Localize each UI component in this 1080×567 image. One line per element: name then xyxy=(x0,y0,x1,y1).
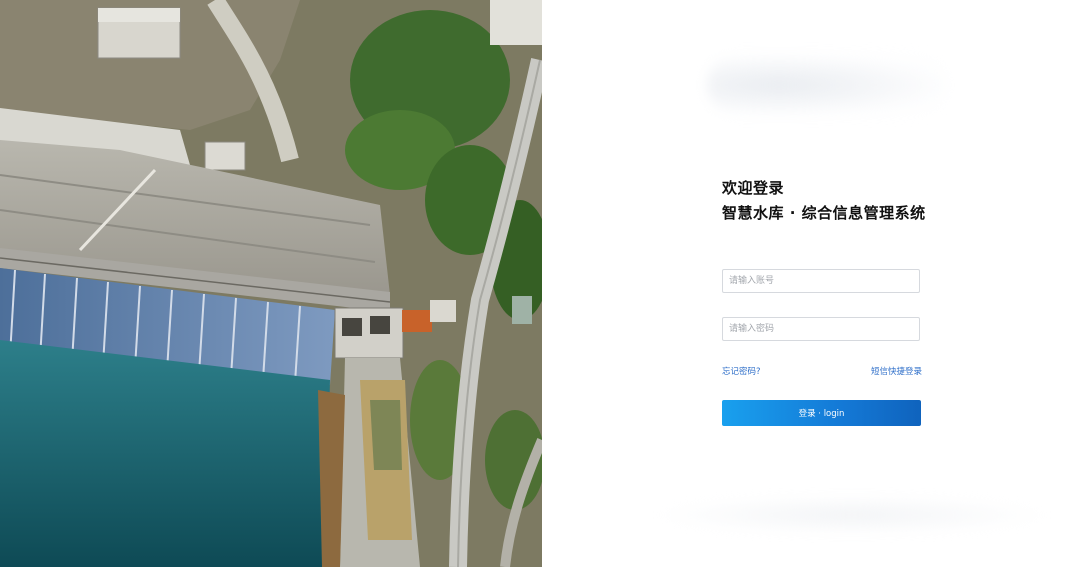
login-panel: 欢迎登录 智慧水库 · 综合信息管理系统 忘记密码? 短信快捷登录 登录 · l… xyxy=(542,0,1080,567)
login-heading: 欢迎登录 智慧水库 · 综合信息管理系统 xyxy=(722,176,926,226)
login-button[interactable]: 登录 · login xyxy=(722,400,921,426)
system-title: 智慧水库 · 综合信息管理系统 xyxy=(722,204,926,222)
logo-placeholder xyxy=(707,55,947,115)
forgot-password-link[interactable]: 忘记密码? xyxy=(722,365,761,377)
sms-login-link[interactable]: 短信快捷登录 xyxy=(871,365,922,377)
password-input[interactable] xyxy=(722,317,920,341)
account-input[interactable] xyxy=(722,269,920,293)
welcome-text: 欢迎登录 xyxy=(722,179,785,197)
dam-aerial-photo xyxy=(0,0,542,567)
login-page: 欢迎登录 智慧水库 · 综合信息管理系统 忘记密码? 短信快捷登录 登录 · l… xyxy=(0,0,1080,567)
footer-placeholder xyxy=(652,495,1052,535)
